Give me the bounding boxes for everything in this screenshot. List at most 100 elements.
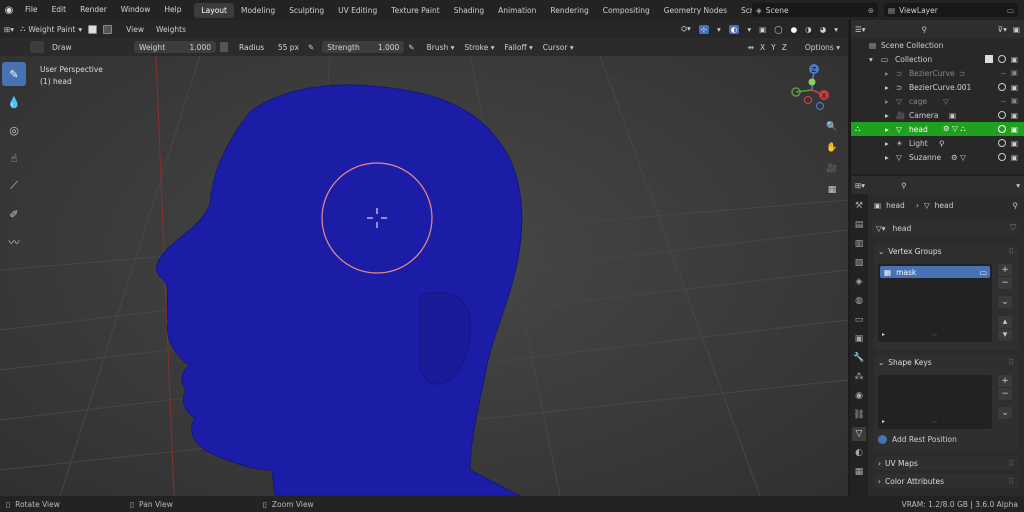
xray-icon[interactable]: ▣ [759,25,766,34]
vertex-groups-list[interactable]: ▦ mask ▭ ▸ ⠒ [878,264,992,342]
mode-dropdown[interactable]: ⛬ Weight Paint ▾ [20,24,82,34]
fake-user-shield-icon[interactable]: ⛉ [1010,223,1016,233]
expand-arrow-icon[interactable]: ▸ [885,139,889,148]
stroke-dropdown[interactable]: Stroke ▾ [464,43,494,52]
radius-pressure-icon[interactable]: ✎ [308,43,314,52]
tab-animation[interactable]: Animation [491,3,543,18]
outliner-collection[interactable]: ▾ ▭ Collection ▣ [851,52,1024,66]
vertex-groups-header[interactable]: ⌄ Vertex Groups ⠿ [874,244,1018,258]
symmetry-y[interactable]: Y [771,43,776,52]
camera-render-icon[interactable]: ▣ [1011,111,1018,120]
tab-shading[interactable]: Shading [447,3,491,18]
gizmo-dropdown-icon[interactable]: ▾ [717,25,721,34]
tab-texture-paint[interactable]: Texture Paint [384,3,446,18]
smear-tool-icon[interactable]: ☝ [2,146,26,170]
camera-view-icon[interactable]: 🎥 [823,160,841,178]
view-layer-selector[interactable]: ▤ ViewLayer ▭ [884,3,1018,17]
checkbox-icon[interactable] [984,54,993,63]
strength-field[interactable]: Strength 1.000 [322,41,405,53]
list-expand-icon[interactable]: ▸ [882,418,885,425]
navigation-gizmo[interactable]: Z X [784,60,840,120]
grid-view-icon[interactable]: ▦ [823,181,841,199]
camera-render-icon[interactable]: ▣ [1011,68,1018,78]
outliner-item-camera[interactable]: ▸ 🎥 Camera ▣ ▣ [851,108,1024,122]
eye-icon[interactable] [997,152,1006,161]
scene-selector[interactable]: ◈ Scene ⊕ [752,3,878,17]
color-attributes-panel[interactable]: › Color Attributes ⠿ [874,474,1018,488]
overlay-toggle-icon[interactable]: ◐ [728,24,740,34]
brush-name[interactable]: Draw [52,43,122,52]
uv-maps-header[interactable]: › UV Maps ⠿ [874,456,1018,470]
weight-field[interactable]: Weight 1.000 [134,41,216,53]
head-mesh[interactable] [156,84,523,496]
color-attributes-header[interactable]: › Color Attributes ⠿ [874,474,1018,488]
scene-tab-icon[interactable]: ◈ [852,275,866,289]
properties-search-icon[interactable]: ⚲ [901,181,907,190]
move-down-button[interactable]: ▾ [998,329,1012,341]
properties-options-icon[interactable]: ▾ [1016,181,1020,190]
vertex-group-item[interactable]: ▦ mask ▭ [880,266,990,278]
eye-icon[interactable] [997,138,1006,147]
y-axis-icon[interactable] [808,78,816,86]
shading-wireframe-icon[interactable]: ◯ [774,25,782,34]
add-rest-position-checkbox[interactable] [878,435,887,444]
tab-sculpting[interactable]: Sculpting [282,3,331,18]
drag-handle-icon[interactable]: ⠿ [1009,459,1015,468]
shading-material-icon[interactable]: ◑ [805,25,812,34]
radius-field[interactable]: Radius 55 px [234,41,304,53]
output-tab-icon[interactable]: ▥ [852,237,866,251]
weight-pressure-icon[interactable] [220,42,228,52]
tab-rendering[interactable]: Rendering [543,3,595,18]
shading-solid-icon[interactable]: ● [791,25,798,34]
camera-render-icon[interactable]: ▣ [1011,153,1018,162]
add-shape-key-button[interactable]: + [998,375,1012,387]
camera-render-icon[interactable]: ▣ [1011,55,1018,64]
uv-maps-panel[interactable]: › UV Maps ⠿ [874,456,1018,470]
modifier-tab-icon[interactable]: 🔧 [852,351,866,365]
menu-help[interactable]: Help [157,0,188,20]
drag-handle-icon[interactable]: ⠿ [1009,358,1015,367]
eye-icon[interactable] [997,124,1006,133]
drag-handle-icon[interactable]: ⠿ [1009,247,1015,256]
outliner-item-light[interactable]: ▸ ☀ Light ⚲ ▣ [851,136,1024,150]
camera-render-icon[interactable]: ▣ [1011,139,1018,148]
3d-viewport[interactable] [0,56,848,496]
copy-icon[interactable]: ▭ [1007,6,1014,15]
menu-view[interactable]: View [126,25,144,34]
expand-arrow-icon[interactable]: ▾ [869,55,873,64]
shape-keys-header[interactable]: ⌄ Shape Keys ⠿ [874,355,1018,369]
eye-icon[interactable] [997,54,1006,63]
menu-file[interactable]: File [18,0,45,20]
blender-logo-icon[interactable]: ◉ [0,0,18,20]
expand-arrow-icon[interactable]: ▸ [885,83,889,92]
mask-toggle-icon[interactable] [88,24,98,34]
axis-gizmo[interactable]: Z X [784,60,840,120]
list-expand-icon[interactable]: ▸ [882,331,885,338]
vertex-select-toggle-icon[interactable] [103,24,113,34]
drag-handle-icon[interactable]: ⠿ [1009,477,1015,486]
tab-uv-editing[interactable]: UV Editing [331,3,384,18]
properties-editor-icon[interactable]: ⊞▾ [855,181,865,190]
particles-tab-icon[interactable]: ⁂ [852,370,866,384]
move-up-button[interactable]: ▴ [998,316,1012,328]
hidden-eye-icon[interactable]: ⌣ [1001,68,1006,78]
expand-arrow-icon[interactable]: ▸ [885,153,889,162]
outliner-scene-collection[interactable]: ▤ Scene Collection [851,38,1024,52]
expand-arrow-icon[interactable]: ▸ [885,97,889,106]
outliner-item-head[interactable]: ⛬ ▸ ▽ head ⚙ ▽ ⛬ ▣ [851,122,1024,136]
expand-arrow-icon[interactable]: ▸ [885,69,889,78]
view-layer-tab-icon[interactable]: ▧ [852,256,866,270]
symmetry-z[interactable]: Z [782,43,787,52]
gizmo-toggle-icon[interactable]: ⊹ [698,24,710,34]
pin-icon[interactable]: ⚲ [1013,201,1019,210]
outliner-item-beziercurve[interactable]: ▸ ⊃ BezierCurve ⊃ ⌣ ▣ [851,66,1024,80]
collection-tab-icon[interactable]: ▭ [852,313,866,327]
lock-icon[interactable]: ▭ [980,268,987,277]
average-tool-icon[interactable]: ◎ [2,118,26,142]
constraints-tab-icon[interactable]: ⛓ [852,408,866,422]
add-vertex-group-button[interactable]: + [998,264,1012,276]
draw-brush-tool-icon[interactable]: ✎ [2,62,26,86]
falloff-dropdown[interactable]: Falloff ▾ [504,43,532,52]
menu-weights[interactable]: Weights [156,25,186,34]
shape-key-specials-button[interactable]: ⌄ [998,407,1012,419]
